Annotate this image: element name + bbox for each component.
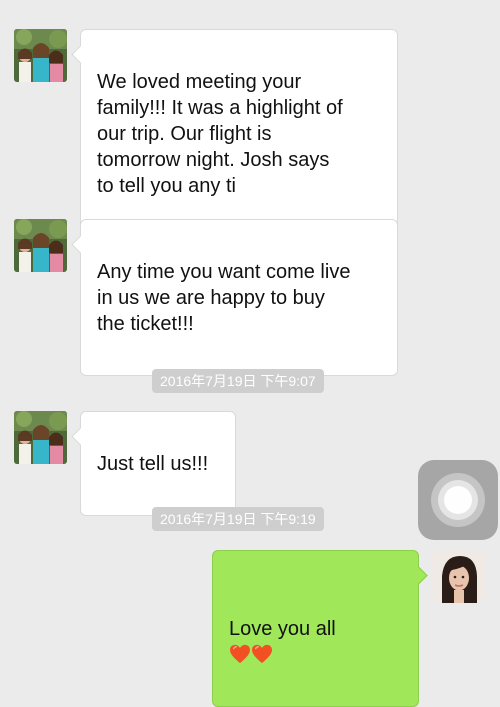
message-text: Love you all [229, 618, 336, 640]
contact-avatar-icon[interactable] [14, 29, 67, 82]
message-bubble-incoming[interactable]: Any time you want come live in us we are… [80, 219, 398, 376]
timestamp-label: 2016年7月19日 下午9:07 [152, 369, 324, 393]
assistive-touch-icon[interactable] [418, 460, 498, 540]
message-text: Just tell us!!! [97, 453, 209, 475]
red-heart-icon [251, 644, 273, 664]
message-bubble-outgoing[interactable]: Love you all [212, 550, 419, 707]
message-text: We loved meeting your family!!! It was a… [97, 71, 343, 197]
message-bubble-incoming[interactable]: We loved meeting your family!!! It was a… [80, 29, 398, 238]
red-heart-icon [229, 644, 251, 664]
message-content: Love you all [229, 590, 404, 668]
timestamp-label: 2016年7月19日 下午9:19 [152, 507, 324, 531]
message-bubble-incoming[interactable]: Just tell us!!! [80, 411, 236, 516]
message-text: Any time you want come live in us we are… [97, 261, 351, 335]
contact-avatar-icon[interactable] [14, 411, 67, 464]
own-avatar-icon[interactable] [432, 550, 485, 603]
contact-avatar-icon[interactable] [14, 219, 67, 272]
